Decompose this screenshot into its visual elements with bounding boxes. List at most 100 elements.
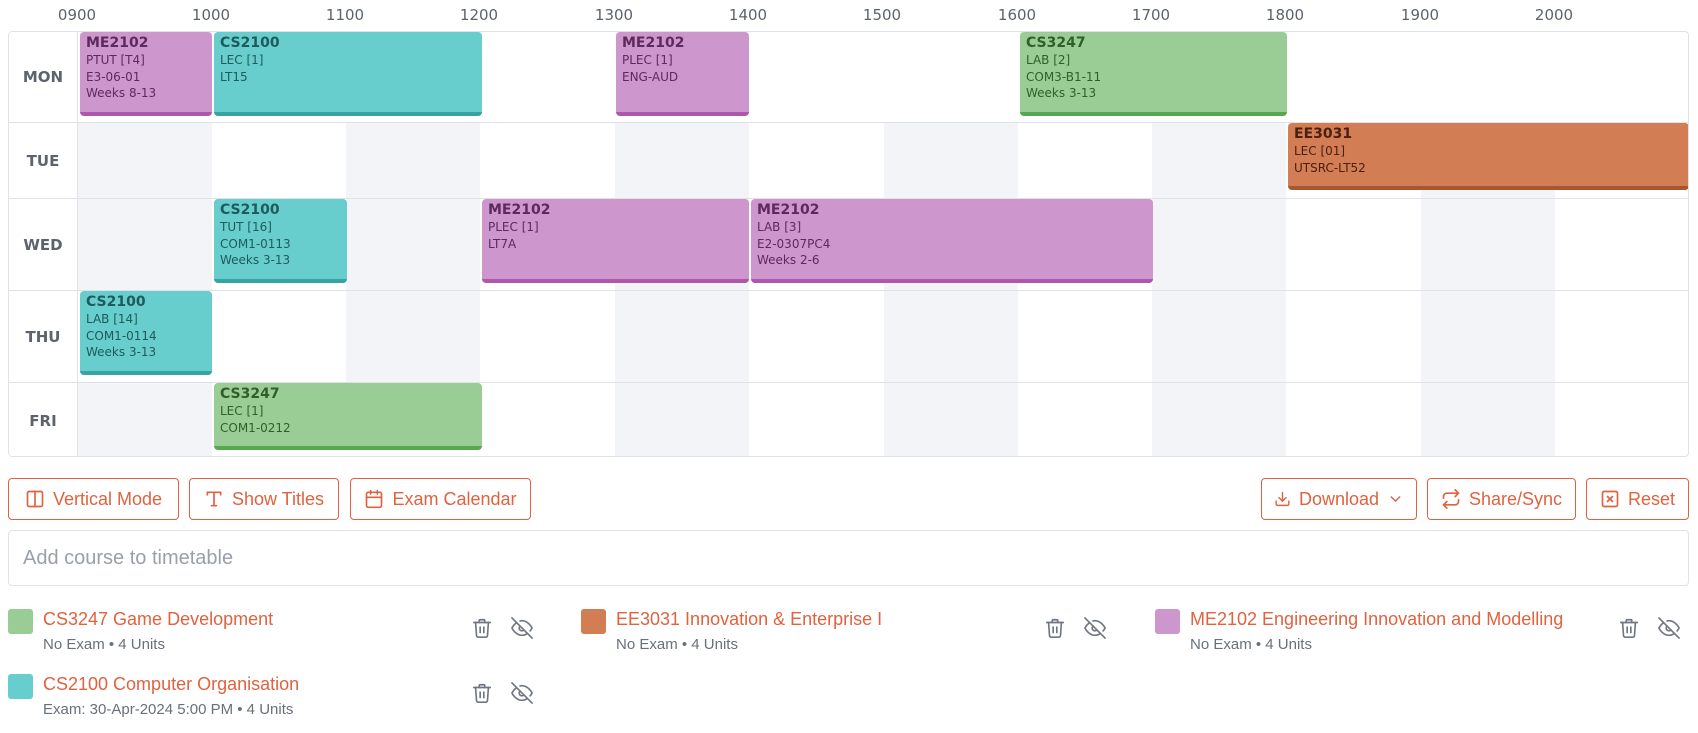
download-button[interactable]: Download: [1261, 478, 1417, 520]
timetable-toolbar: Vertical Mode Show Titles Exam Calendar …: [8, 478, 1689, 522]
columns-icon: [26, 490, 44, 508]
hour-header: 0900 1000 1100 1200 1300 1400 1500 1600 …: [0, 6, 1698, 26]
vertical-mode-button[interactable]: Vertical Mode: [8, 478, 179, 520]
trash-icon[interactable]: [471, 617, 493, 639]
module-title[interactable]: CS3247 Game Development: [43, 609, 273, 630]
hour-stripe: [78, 383, 212, 456]
calendar-icon: [366, 489, 383, 509]
module-item-ee3031: EE3031 Innovation & Enterprise I No Exam…: [581, 609, 1111, 661]
lesson-venue: E3-06-01: [86, 69, 141, 84]
lesson-weeks: Weeks 3-13: [1026, 86, 1097, 100]
hour-label: 1000: [191, 6, 231, 24]
day-label: TUE: [9, 123, 78, 198]
hour-stripe: [615, 291, 749, 382]
lesson-code: CS3247: [1026, 35, 1086, 51]
lesson-card[interactable]: ME2102 PTUT [T4] E3-06-01 Weeks 8-13: [80, 32, 212, 116]
lesson-code: ME2102: [86, 35, 149, 51]
hour-label: 1400: [728, 6, 768, 24]
lesson-venue: LT7A: [488, 236, 517, 251]
module-color-swatch[interactable]: [1155, 609, 1180, 634]
hour-label: 1700: [1131, 6, 1171, 24]
lesson-code: ME2102: [488, 202, 551, 218]
lesson-type: PLEC [1]: [488, 220, 539, 234]
lesson-card[interactable]: EE3031 LEC [01] UTSRC-LT52: [1288, 123, 1688, 190]
lesson-card[interactable]: CS2100 LAB [14] COM1-0114 Weeks 3-13: [80, 291, 212, 375]
hour-label: 2000: [1534, 6, 1574, 24]
lesson-venue: E2-0307PC4: [757, 236, 831, 251]
hour-stripe: [615, 123, 749, 198]
show-titles-button[interactable]: Show Titles: [189, 478, 339, 520]
lesson-venue: COM1-0212: [220, 420, 291, 435]
module-item-cs2100: CS2100 Computer Organisation Exam: 30-Ap…: [8, 674, 538, 726]
hour-stripe: [1152, 291, 1286, 382]
lesson-code: CS3247: [220, 386, 280, 402]
lesson-venue: UTSRC-LT52: [1294, 160, 1366, 175]
lesson-card[interactable]: CS2100 TUT [16] COM1-0113 Weeks 3-13: [214, 199, 347, 283]
lesson-card[interactable]: ME2102 PLEC [1] LT7A: [482, 199, 749, 283]
module-color-swatch[interactable]: [8, 609, 33, 634]
download-icon: [1275, 491, 1290, 507]
hour-label: 1200: [459, 6, 499, 24]
reset-button[interactable]: Reset: [1586, 478, 1689, 520]
eye-off-icon[interactable]: [511, 617, 533, 639]
hour-label: 1500: [862, 6, 902, 24]
hour-label: 1900: [1400, 6, 1440, 24]
add-course-input[interactable]: [8, 530, 1689, 586]
chevron-down-icon: [1390, 496, 1401, 502]
exam-calendar-button[interactable]: Exam Calendar: [350, 478, 531, 520]
module-meta: No Exam • 4 Units: [616, 636, 738, 653]
module-meta: No Exam • 4 Units: [43, 636, 165, 653]
hour-label: 1600: [997, 6, 1037, 24]
reset-label: Reset: [1627, 488, 1676, 509]
trash-icon[interactable]: [471, 682, 493, 704]
lesson-card[interactable]: ME2102 PLEC [1] ENG-AUD: [616, 32, 749, 116]
lesson-weeks: Weeks 3-13: [220, 253, 291, 267]
hour-label: 1800: [1265, 6, 1305, 24]
x-square-icon: [1601, 490, 1619, 508]
day-label: WED: [9, 199, 78, 290]
lesson-type: LEC [1]: [220, 53, 264, 67]
lesson-type: LAB [3]: [757, 220, 802, 234]
repeat-icon: [1442, 489, 1460, 509]
lesson-venue: LT15: [220, 69, 248, 84]
eye-off-icon[interactable]: [1658, 617, 1680, 639]
trash-icon[interactable]: [1044, 617, 1066, 639]
lesson-code: CS2100: [220, 202, 280, 218]
day-row-mon: MON ME2102 PTUT [T4] E3-06-01 Weeks 8-13…: [9, 32, 1688, 123]
lesson-code: ME2102: [757, 202, 820, 218]
hour-stripe: [346, 291, 480, 382]
day-row-thu: THU CS2100 LAB [14] COM1-0114 Weeks 3-13: [9, 291, 1688, 383]
lesson-code: EE3031: [1294, 126, 1353, 142]
lesson-code: CS2100: [86, 294, 146, 310]
lesson-card[interactable]: ME2102 LAB [3] E2-0307PC4 Weeks 2-6: [751, 199, 1153, 283]
lesson-type: LAB [14]: [86, 312, 138, 326]
exam-calendar-label: Exam Calendar: [392, 488, 517, 509]
lesson-card[interactable]: CS3247 LEC [1] COM1-0212: [214, 383, 482, 450]
hour-label: 0900: [57, 6, 97, 24]
lesson-card[interactable]: CS2100 LEC [1] LT15: [214, 32, 482, 116]
hour-stripe: [1421, 199, 1555, 290]
day-row-fri: FRI CS3247 LEC [1] COM1-0212: [9, 383, 1688, 456]
lesson-type: TUT [16]: [220, 220, 272, 234]
share-sync-label: Share/Sync: [1468, 488, 1563, 509]
trash-icon[interactable]: [1618, 617, 1640, 639]
hour-stripe: [615, 383, 749, 456]
hour-stripe: [78, 123, 212, 198]
module-color-swatch[interactable]: [8, 674, 33, 699]
day-row-wed: WED CS2100 TUT [16] COM1-0113 Weeks 3-13…: [9, 199, 1688, 291]
lesson-weeks: Weeks 2-6: [757, 253, 820, 267]
lesson-type: LEC [01]: [1294, 144, 1346, 158]
share-sync-button[interactable]: Share/Sync: [1427, 478, 1576, 520]
eye-off-icon[interactable]: [1084, 617, 1106, 639]
lesson-card[interactable]: CS3247 LAB [2] COM3-B1-11 Weeks 3-13: [1020, 32, 1287, 116]
module-title[interactable]: EE3031 Innovation & Enterprise I: [616, 609, 882, 630]
hour-stripe: [1421, 291, 1555, 382]
eye-off-icon[interactable]: [511, 682, 533, 704]
module-title[interactable]: ME2102 Engineering Innovation and Modell…: [1190, 609, 1563, 630]
module-item-me2102: ME2102 Engineering Innovation and Modell…: [1155, 609, 1685, 661]
timetable-grid: MON ME2102 PTUT [T4] E3-06-01 Weeks 8-13…: [8, 31, 1689, 457]
lesson-venue: COM1-0113: [220, 236, 291, 251]
module-color-swatch[interactable]: [581, 609, 606, 634]
lesson-venue: COM1-0114: [86, 328, 157, 343]
module-title[interactable]: CS2100 Computer Organisation: [43, 674, 299, 695]
